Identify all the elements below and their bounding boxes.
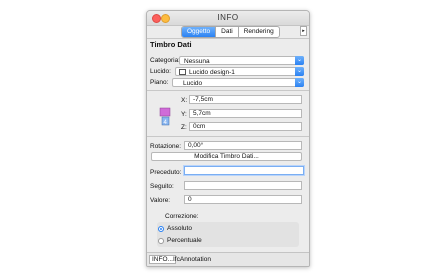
y-label: Y: <box>181 111 187 118</box>
info-palette-window: INFO Oggetto Dati Rendering ▸ Timbro Dat… <box>146 10 310 267</box>
piano-select[interactable]: Lucido ⌄ <box>172 78 304 87</box>
seguito-field[interactable] <box>184 181 302 190</box>
categoria-select[interactable]: Nessuna ⌄ <box>179 56 304 65</box>
lucido-select[interactable]: Lucido design-1 ⌄ <box>175 67 304 76</box>
categoria-label: Categoria: <box>150 57 180 64</box>
assoluto-label: Assoluto <box>167 225 192 232</box>
window-title: INFO <box>217 13 239 22</box>
preceduto-label: Preceduto: <box>150 169 182 176</box>
valore-label: Valore: <box>150 197 171 204</box>
chevron-down-icon: ⌄ <box>295 67 304 76</box>
correzione-label: Correzione: <box>165 213 199 220</box>
ifc-class-text: IfcAnnotation <box>173 256 211 263</box>
divider <box>147 38 309 39</box>
z-field[interactable]: 0cm <box>189 122 302 131</box>
radio-percentuale[interactable] <box>158 238 164 244</box>
tab-dati[interactable]: Dati <box>216 27 239 37</box>
chevron-down-icon: ⌄ <box>295 78 304 87</box>
chevron-down-icon: ⌄ <box>295 56 304 65</box>
x-label: X: <box>181 97 188 104</box>
preceduto-field[interactable] <box>184 166 304 175</box>
modifica-timbro-dati-button[interactable]: Modifica Timbro Dati... <box>151 152 302 161</box>
layer-icon <box>179 69 186 75</box>
correzione-group: Assoluto Percentuale <box>157 222 299 247</box>
percentuale-label: Percentuale <box>167 237 202 244</box>
piano-value: Lucido <box>183 80 203 87</box>
tab-scroll-arrow-icon[interactable]: ▸ <box>300 26 307 36</box>
radio-assoluto[interactable] <box>158 226 164 232</box>
divider <box>147 136 309 137</box>
tab-rendering[interactable]: Rendering <box>239 27 279 37</box>
piano-label: Piano: <box>150 79 169 86</box>
lucido-label: Lucido: <box>150 68 171 75</box>
lucido-value: Lucido design-1 <box>189 69 235 76</box>
info-button[interactable]: INFO... <box>149 255 176 264</box>
valore-field[interactable]: 0 <box>184 195 302 204</box>
categoria-value: Nessuna <box>184 58 210 65</box>
y-field[interactable]: 5,7cm <box>189 109 302 118</box>
divider <box>147 90 309 91</box>
rotazione-field[interactable]: 0,00° <box>184 141 302 150</box>
tab-bar: Oggetto Dati Rendering <box>181 26 280 38</box>
seguito-label: Seguito: <box>150 183 174 190</box>
x-field[interactable]: -7,5cm <box>189 95 302 104</box>
rotazione-label: Rotazione: <box>150 143 182 150</box>
z-label: Z: <box>181 124 187 131</box>
title-bar[interactable]: INFO <box>147 11 309 26</box>
section-title: Timbro Dati <box>150 40 192 49</box>
position-icon[interactable]: 4 <box>159 107 171 127</box>
tab-oggetto[interactable]: Oggetto <box>182 27 217 37</box>
bottom-bar: INFO... IfcAnnotation <box>147 252 309 266</box>
